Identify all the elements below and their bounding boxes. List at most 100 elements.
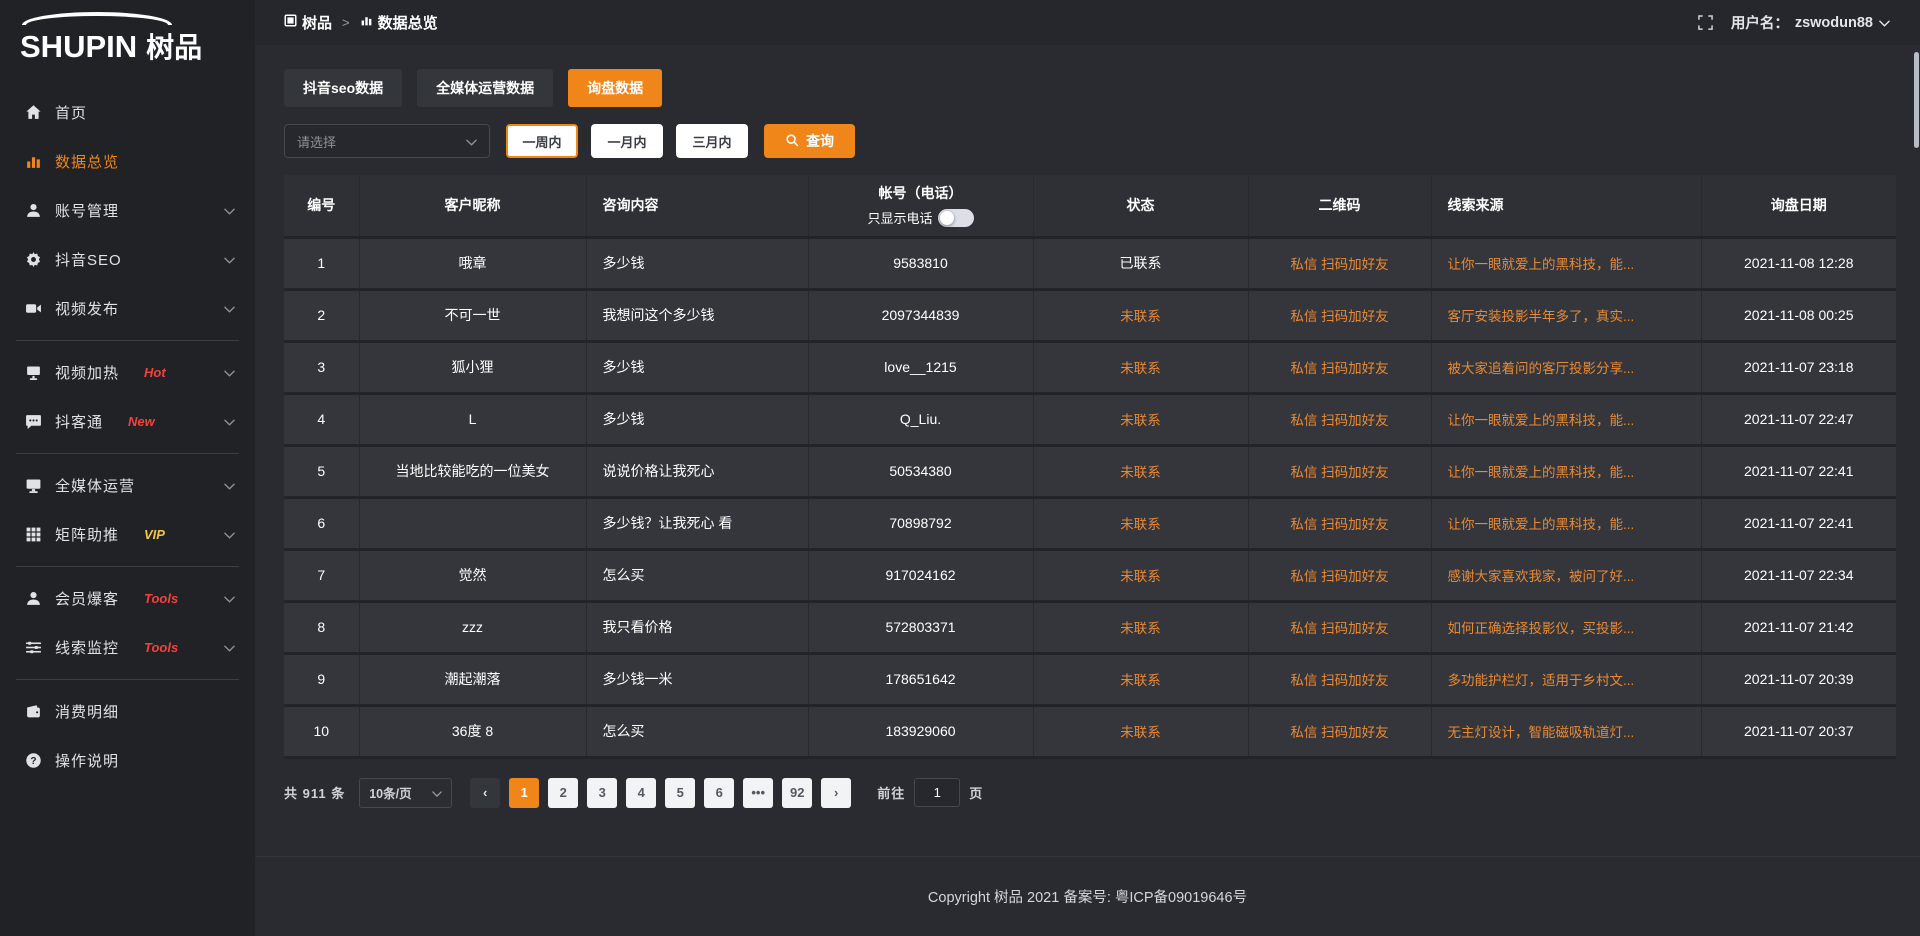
row-nickname: 当地比较能吃的一位美女 (359, 445, 586, 497)
sidebar-item-member-baoke[interactable]: 会员爆客Tools (0, 574, 255, 623)
tab-douyin-seo-data[interactable]: 抖音seo数据 (284, 69, 402, 107)
sidebar-item-douketong[interactable]: 抖客通New (0, 397, 255, 446)
sidebar-item-account-manage[interactable]: 账号管理 (0, 186, 255, 235)
row-account: 572803371 (808, 601, 1033, 653)
copyright-text: Copyright 树品 2021 备案号: 粤ICP备09019646号 (928, 886, 1247, 907)
search-button[interactable]: 查询 (764, 124, 855, 158)
row-status: 未联系 (1033, 341, 1248, 393)
chevron-down-icon (224, 251, 235, 268)
row-date: 2021-11-08 00:25 (1701, 289, 1896, 341)
col-qrcode: 二维码 (1248, 175, 1431, 237)
breadcrumb-current: 数据总览 (360, 12, 438, 33)
brand-logo: SHUPIN 树品 (0, 8, 255, 80)
page-button-5[interactable]: 5 (665, 778, 695, 808)
row-source-link[interactable]: 感谢大家喜欢我家，被问了好... (1431, 549, 1701, 601)
tab-inquiry-data[interactable]: 询盘数据 (568, 69, 662, 107)
sidebar-item-help[interactable]: ?操作说明 (0, 736, 255, 785)
row-source-link[interactable]: 如何正确选择投影仪，买投影... (1431, 601, 1701, 653)
row-qrcode-link[interactable]: 私信 扫码加好友 (1248, 445, 1431, 497)
row-date: 2021-11-07 20:37 (1701, 705, 1896, 757)
user-menu[interactable]: 用户名：zswodun88 (1731, 12, 1890, 33)
chevron-down-icon (224, 639, 235, 656)
chart-icon (360, 14, 373, 31)
row-date: 2021-11-07 21:42 (1701, 601, 1896, 653)
chevron-down-icon (432, 786, 442, 800)
row-qrcode-link[interactable]: 私信 扫码加好友 (1248, 237, 1431, 289)
row-status: 未联系 (1033, 705, 1248, 757)
fullscreen-icon[interactable] (1698, 15, 1713, 30)
col-status: 状态 (1033, 175, 1248, 237)
row-source-link[interactable]: 无主灯设计，智能磁吸轨道灯... (1431, 705, 1701, 757)
row-content: 多少钱 (586, 341, 808, 393)
range-button-three-month[interactable]: 三月内 (676, 124, 748, 158)
page-button-4[interactable]: 4 (626, 778, 656, 808)
sidebar-item-matrix-boost[interactable]: 矩阵助推VIP (0, 510, 255, 559)
goto-page-input[interactable] (914, 778, 960, 807)
sidebar-item-consume-detail[interactable]: 消费明细 (0, 687, 255, 736)
row-status: 未联系 (1033, 445, 1248, 497)
row-source-link[interactable]: 多功能护栏灯，适用于乡村文... (1431, 653, 1701, 705)
prev-page-button[interactable]: ‹ (470, 778, 500, 808)
row-source-link[interactable]: 让你一眼就爱上的黑科技，能... (1431, 497, 1701, 549)
page-button-92[interactable]: 92 (782, 778, 812, 808)
row-qrcode-link[interactable]: 私信 扫码加好友 (1248, 705, 1431, 757)
sidebar-item-label: 账号管理 (55, 200, 119, 221)
range-button-one-month[interactable]: 一月内 (591, 124, 663, 158)
table-row: 2不可一世我想问这个多少钱2097344839未联系私信 扫码加好友客厅安装投影… (284, 289, 1896, 341)
sidebar-item-label: 会员爆客 (55, 588, 119, 609)
tab-media-data[interactable]: 全媒体运营数据 (417, 69, 553, 107)
row-source-link[interactable]: 被大家追着问的客厅投影分享... (1431, 341, 1701, 393)
sidebar-item-clue-monitor[interactable]: 线索监控Tools (0, 623, 255, 672)
scrollbar-thumb[interactable] (1914, 52, 1919, 148)
table-row: 9潮起潮落多少钱一米178651642未联系私信 扫码加好友多功能护栏灯，适用于… (284, 653, 1896, 705)
col-nickname: 客户昵称 (359, 175, 586, 237)
row-status: 未联系 (1033, 653, 1248, 705)
sidebar-item-data-overview[interactable]: 数据总览 (0, 137, 255, 186)
sidebar-item-video-publish[interactable]: 视频发布 (0, 284, 255, 333)
brand-square-icon (284, 14, 297, 31)
row-id: 1 (284, 237, 359, 289)
page-button-3[interactable]: 3 (587, 778, 617, 808)
row-source-link[interactable]: 让你一眼就爱上的黑科技，能... (1431, 445, 1701, 497)
sidebar-item-douyin-seo[interactable]: 抖音SEO (0, 235, 255, 284)
sidebar-item-media-operation[interactable]: 全媒体运营 (0, 461, 255, 510)
row-qrcode-link[interactable]: 私信 扫码加好友 (1248, 497, 1431, 549)
goto-page: 前往 页 (877, 778, 983, 807)
breadcrumb-home[interactable]: 树品 (284, 12, 332, 33)
row-content: 多少钱？让我死心 看 (586, 497, 808, 549)
more-pages-button[interactable]: ••• (743, 778, 773, 808)
row-qrcode-link[interactable]: 私信 扫码加好友 (1248, 549, 1431, 601)
row-date: 2021-11-07 22:47 (1701, 393, 1896, 445)
gear-icon (24, 251, 42, 269)
page-button-2[interactable]: 2 (548, 778, 578, 808)
row-content: 我想问这个多少钱 (586, 289, 808, 341)
row-content: 多少钱 (586, 237, 808, 289)
row-id: 8 (284, 601, 359, 653)
comment-icon (24, 413, 42, 431)
row-qrcode-link[interactable]: 私信 扫码加好友 (1248, 601, 1431, 653)
page-button-6[interactable]: 6 (704, 778, 734, 808)
row-account: 183929060 (808, 705, 1033, 757)
row-qrcode-link[interactable]: 私信 扫码加好友 (1248, 341, 1431, 393)
row-status: 已联系 (1033, 237, 1248, 289)
range-button-one-week[interactable]: 一周内 (506, 124, 578, 158)
page-size-select[interactable]: 10条/页 (359, 778, 452, 808)
phone-only-toggle[interactable] (938, 209, 974, 227)
row-source-link[interactable]: 客厅安装投影半年多了，真实... (1431, 289, 1701, 341)
filter-select[interactable]: 请选择 (284, 124, 490, 158)
row-id: 3 (284, 341, 359, 393)
row-source-link[interactable]: 让你一眼就爱上的黑科技，能... (1431, 237, 1701, 289)
content: 抖音seo数据全媒体运营数据询盘数据 请选择 一周内一月内三月内 查询 (255, 45, 1920, 808)
row-qrcode-link[interactable]: 私信 扫码加好友 (1248, 289, 1431, 341)
sliders-icon (24, 639, 42, 657)
sidebar-item-home[interactable]: 首页 (0, 88, 255, 137)
row-qrcode-link[interactable]: 私信 扫码加好友 (1248, 393, 1431, 445)
row-account: 2097344839 (808, 289, 1033, 341)
row-source-link[interactable]: 让你一眼就爱上的黑科技，能... (1431, 393, 1701, 445)
row-date: 2021-11-07 23:18 (1701, 341, 1896, 393)
topbar-right: 用户名：zswodun88 (1698, 12, 1890, 33)
row-qrcode-link[interactable]: 私信 扫码加好友 (1248, 653, 1431, 705)
page-button-1[interactable]: 1 (509, 778, 539, 808)
sidebar-item-video-heat[interactable]: 视频加热Hot (0, 348, 255, 397)
next-page-button[interactable]: › (821, 778, 851, 808)
